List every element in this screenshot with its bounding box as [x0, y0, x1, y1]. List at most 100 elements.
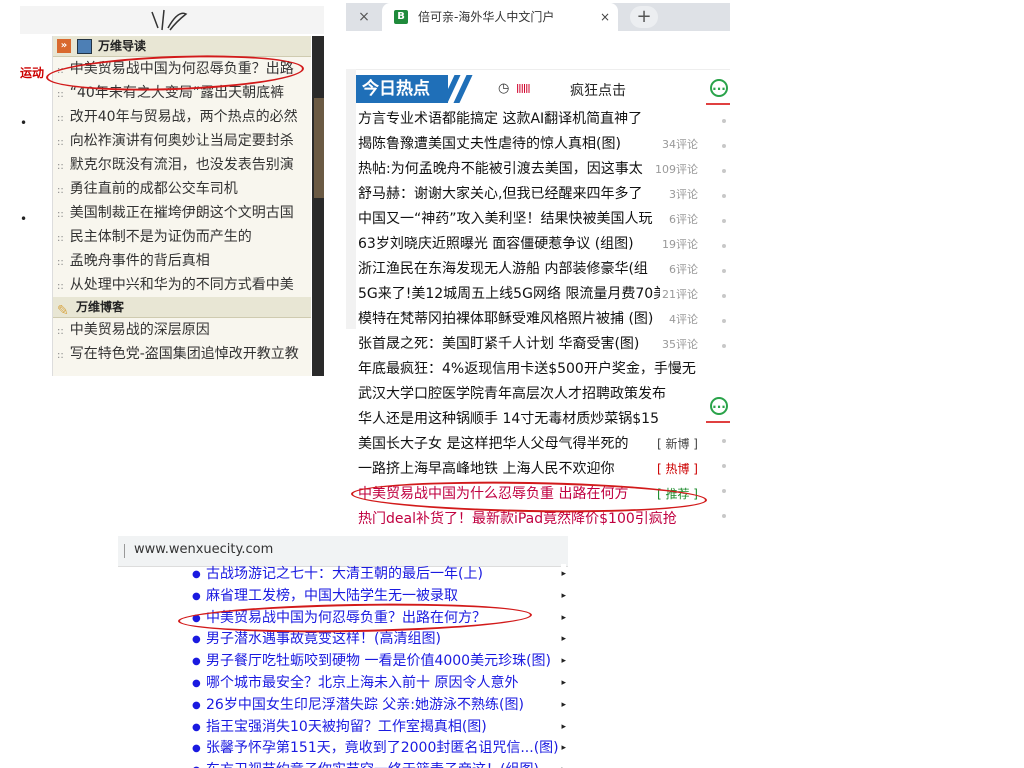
list-item[interactable]: :: 向松祚演讲有何奥妙让当局定要封杀 — [53, 129, 311, 153]
comment-count[interactable]: 3评论 — [667, 182, 698, 207]
news-link[interactable]: ● 男子潜水遇事故竟变这样！(高清组图) ▸ — [190, 629, 566, 652]
arrow-right-icon: ▸ — [561, 760, 566, 768]
news-title[interactable]: 华人还是用这种锅顺手 14寸无毒材质炒菜锅$15 — [358, 411, 659, 427]
tab-close-button[interactable]: × — [346, 3, 382, 31]
news-title[interactable]: 张首晟之死：美国盯紧千人计划 华裔受害(图) — [358, 336, 639, 352]
news-row[interactable]: 张首晟之死：美国盯紧千人计划 华裔受害(图) 35评论 — [358, 332, 698, 357]
address-bar[interactable]: www.wenxuecity.com — [118, 536, 568, 567]
news-link[interactable]: ● 古战场游记之七十：大清王朝的最后一年(上) ▸ — [190, 564, 566, 586]
news-link[interactable]: ● 指王宝强消失10天被拘留？工作室揭真相(图) ▸ — [190, 716, 566, 739]
news-row[interactable]: 揭陈鲁豫遭美国丈夫性虐待的惊人真相(图) 34评论 — [358, 132, 698, 157]
new-tab-button[interactable]: + — [630, 6, 658, 28]
item-title[interactable]: 勇往直前的成都公交车司机 — [70, 181, 238, 197]
news-row[interactable]: 舒马赫：谢谢大家关心,但我已经醒来四年多了 3评论 — [358, 182, 698, 207]
news-row[interactable]: 华人还是用这种锅顺手 14寸无毒材质炒菜锅$15 — [358, 407, 698, 432]
news-title[interactable]: 中国又一“神药”攻入美利坚！结果快被美国人玩 — [358, 211, 653, 227]
item-title[interactable]: 中美贸易战的深层原因 — [70, 322, 210, 338]
news-row[interactable]: 美国长大子女 是这样把华人父母气得半死的 [ 新博 ] — [358, 432, 698, 457]
list-item[interactable]: :: 写在特色党-盗国集团追悼改开教立教 — [53, 342, 311, 366]
news-title[interactable]: 热帖:为何孟晚舟不能被引渡去美国，因这事太 — [358, 161, 643, 177]
news-link[interactable]: ● 26岁中国女生印尼浮潜失踪 父亲:她游泳不熟练(图) ▸ — [190, 694, 566, 717]
news-link[interactable]: ● 哪个城市最安全？北京上海未入前十 原因令人意外 ▸ — [190, 672, 566, 695]
news-title[interactable]: 美国长大子女 是这样把华人父母气得半死的 — [358, 436, 628, 452]
comment-count[interactable]: 21评论 — [660, 282, 698, 307]
comment-count[interactable]: 35评论 — [660, 332, 698, 357]
arrow-right-icon: ▸ — [561, 738, 566, 761]
list-item[interactable]: :: 美国制裁正在摧垮伊朗这个文明古国 — [53, 201, 311, 225]
link-title[interactable]: 男子潜水遇事故竟变这样！(高清组图) — [206, 631, 441, 647]
comment-count[interactable]: 6评论 — [667, 257, 698, 282]
link-title[interactable]: 东方卫视节约竟子你实节空一终于篮麦子帝这！(组图) — [206, 762, 539, 768]
news-title[interactable]: 模特在梵蒂冈拍裸体耶稣受难风格照片被捕 (图) — [358, 311, 653, 327]
news-title[interactable]: 5G来了!美12城周五上线5G网络 限流量月费70美 — [358, 286, 667, 302]
item-title[interactable]: 美国制裁正在摧垮伊朗这个文明古国 — [70, 205, 294, 221]
comment-count[interactable]: 109评论 — [653, 157, 698, 182]
news-link[interactable]: ● 张馨予怀孕第151天，竟收到了2000封匿名诅咒信...(图) ▸ — [190, 738, 566, 761]
list-item[interactable]: :: 从处理中兴和华为的不同方式看中美 — [53, 273, 311, 297]
news-row[interactable]: 方言专业术语都能搞定 这款AI翻译机简直神了 — [358, 107, 698, 132]
item-title[interactable]: 写在特色党-盗国集团追悼改开教立教 — [70, 346, 299, 362]
link-title[interactable]: 男子餐厅吃牡蛎咬到硬物 一看是价值4000美元珍珠(图) — [206, 653, 551, 669]
news-link[interactable]: ● 东方卫视节约竟子你实节空一终于篮麦子帝这！(组图) ▸ — [190, 760, 566, 768]
bullet-icon: :: — [57, 281, 64, 292]
news-row[interactable]: 模特在梵蒂冈拍裸体耶稣受难风格照片被捕 (图) 4评论 — [358, 307, 698, 332]
bullet-icon: :: — [57, 350, 64, 361]
chevron-right-icon[interactable]: » — [57, 39, 71, 53]
side-label[interactable]: 运动 — [20, 64, 44, 81]
url-text[interactable]: www.wenxuecity.com — [134, 542, 273, 557]
comment-count[interactable]: 19评论 — [660, 232, 698, 257]
news-row[interactable]: 5G来了!美12城周五上线5G网络 限流量月费70美 21评论 — [358, 282, 698, 307]
list-item[interactable]: :: 勇往直前的成都公交车司机 — [53, 177, 311, 201]
news-title[interactable]: 舒马赫：谢谢大家关心,但我已经醒来四年多了 — [358, 186, 642, 202]
link-title[interactable]: 麻省理工发榜，中国大陆学生无一被录取 — [206, 588, 458, 604]
section-title: 万维导读 — [98, 39, 147, 53]
more-icon[interactable]: ··· — [710, 397, 728, 415]
blog-list: :: 中美贸易战的深层原因:: 写在特色党-盗国集团追悼改开教立教 — [53, 318, 311, 366]
rail-dot — [722, 294, 726, 298]
news-title[interactable]: 揭陈鲁豫遭美国丈夫性虐待的惊人真相(图) — [358, 136, 621, 152]
crazy-click-label[interactable]: 疯狂点击 — [570, 80, 626, 100]
item-title[interactable]: 向松祚演讲有何奥妙让当局定要封杀 — [70, 133, 294, 149]
item-title[interactable]: 改开40年与贸易战，两个热点的必然 — [70, 109, 298, 125]
news-title[interactable]: 热门deal补货了！最新款iPad竟然降价$100引疯抢 — [358, 511, 677, 527]
comment-count[interactable]: 34评论 — [660, 132, 698, 157]
news-row[interactable]: 浙江渔民在东海发现无人游船 内部装修豪华(组 6评论 — [358, 257, 698, 282]
list-item[interactable]: :: 中美贸易战的深层原因 — [53, 318, 311, 342]
news-title[interactable]: 浙江渔民在东海发现无人游船 内部装修豪华(组 — [358, 261, 648, 277]
news-row[interactable]: 63岁刘晓庆近照曝光 面容僵硬惹争议 (组图) 19评论 — [358, 232, 698, 257]
news-link[interactable]: ● 男子餐厅吃牡蛎咬到硬物 一看是价值4000美元珍珠(图) ▸ — [190, 651, 566, 673]
news-title[interactable]: 方言专业术语都能搞定 这款AI翻译机简直神了 — [358, 111, 642, 127]
news-title[interactable]: 年底最疯狂：4%返现信用卡送$500开户奖金，手慢无! — [358, 361, 698, 377]
close-icon[interactable]: × — [600, 3, 610, 31]
link-title[interactable]: 哪个城市最安全？北京上海未入前十 原因令人意外 — [206, 675, 518, 691]
news-title[interactable]: 一路挤上海早高峰地铁 上海人民不欢迎你 — [358, 461, 614, 477]
comment-count[interactable]: 6评论 — [667, 207, 698, 232]
hot-title[interactable]: 今日热点 — [356, 75, 448, 103]
news-row[interactable]: 中国又一“神药”攻入美利坚！结果快被美国人玩 6评论 — [358, 207, 698, 232]
tab-active[interactable]: B 倍可亲-海外华人中文门户 × — [382, 3, 618, 31]
link-title[interactable]: 古战场游记之七十：大清王朝的最后一年(上) — [206, 566, 483, 582]
link-title[interactable]: 张馨予怀孕第151天，竟收到了2000封匿名诅咒信...(图) — [206, 740, 559, 756]
list-item[interactable]: :: 民主体制不是为证伪而产生的 — [53, 225, 311, 249]
item-title[interactable]: 从处理中兴和华为的不同方式看中美 — [70, 277, 294, 293]
list-item[interactable]: :: 默克尔既没有流泪，也没发表告别演 — [53, 153, 311, 177]
item-title[interactable]: 默克尔既没有流泪，也没发表告别演 — [70, 157, 294, 173]
guide-list: :: 中美贸易战中国为何忍辱负重？出路:: “40年未有之大变局”露出天朝底裤:: 改… — [53, 57, 311, 297]
comment-count[interactable]: 4评论 — [667, 307, 698, 332]
more-icon[interactable]: ··· — [710, 79, 728, 97]
news-tag[interactable]: [ 热博 ] — [655, 457, 698, 482]
divider — [706, 103, 730, 105]
news-title[interactable]: 武汉大学口腔医学院青年高层次人才招聘政策发布 — [358, 386, 666, 402]
link-title[interactable]: 指王宝强消失10天被拘留？工作室揭真相(图) — [206, 719, 487, 735]
list-item[interactable]: :: 孟晚舟事件的背后真相 — [53, 249, 311, 273]
item-title[interactable]: 民主体制不是为证伪而产生的 — [70, 229, 252, 245]
news-title[interactable]: 63岁刘晓庆近照曝光 面容僵硬惹争议 (组图) — [358, 236, 634, 252]
news-row[interactable]: 一路挤上海早高峰地铁 上海人民不欢迎你 [ 热博 ] — [358, 457, 698, 482]
list-item[interactable]: :: 改开40年与贸易战，两个热点的必然 — [53, 105, 311, 129]
news-tag[interactable]: [ 新博 ] — [655, 432, 698, 457]
item-title[interactable]: 孟晚舟事件的背后真相 — [70, 253, 210, 269]
news-row[interactable]: 年底最疯狂：4%返现信用卡送$500开户奖金，手慢无! — [358, 357, 698, 382]
news-row[interactable]: 热帖:为何孟晚舟不能被引渡去美国，因这事太 109评论 — [358, 157, 698, 182]
news-row[interactable]: 武汉大学口腔医学院青年高层次人才招聘政策发布 — [358, 382, 698, 407]
link-title[interactable]: 26岁中国女生印尼浮潜失踪 父亲:她游泳不熟练(图) — [206, 697, 524, 713]
